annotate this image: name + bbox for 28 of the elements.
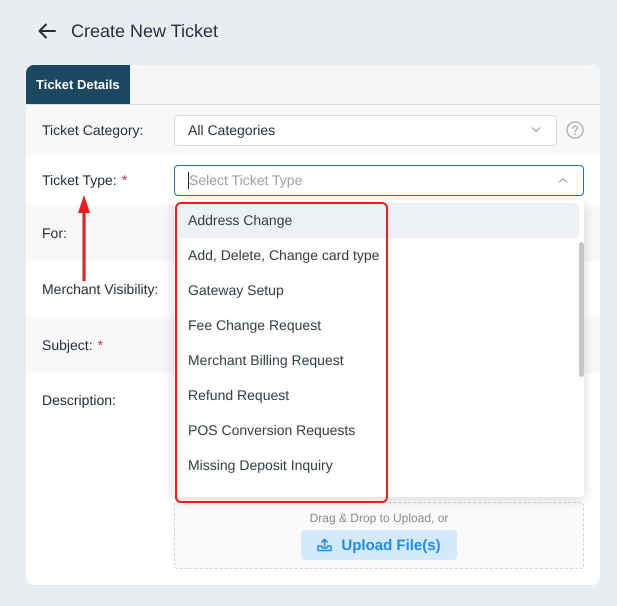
required-mark: *	[122, 172, 128, 188]
dropdown-option[interactable]: Refund Request	[178, 378, 579, 412]
dropdown-option[interactable]: POS Conversion Requests	[178, 412, 579, 448]
tab[interactable]: Ticket Details	[26, 65, 130, 104]
page-title: Create New Ticket	[71, 20, 218, 42]
dropdown-option[interactable]: Add, Delete, Change card type	[178, 238, 579, 272]
dropdown-option[interactable]: Merchant Billing Request	[178, 342, 579, 378]
field-label: For:	[42, 225, 67, 241]
field-label: Subject:	[42, 337, 93, 353]
scrollbar-thumb[interactable]	[579, 242, 584, 376]
back-arrow-icon	[38, 22, 56, 40]
back-button[interactable]	[38, 22, 56, 40]
chevron-up-icon	[558, 177, 568, 183]
dropdown-option[interactable]: Gateway Setup	[178, 272, 579, 308]
field-label: Ticket Category:	[42, 122, 144, 138]
field-label: Ticket Type:	[42, 172, 117, 188]
required-mark: *	[98, 337, 104, 353]
help-icon[interactable]	[566, 121, 584, 139]
upload-icon	[317, 538, 332, 552]
field-label: Description:	[42, 392, 116, 408]
dropdown-option[interactable]: Fee Change Request	[178, 308, 579, 342]
dropdown-option[interactable]: Missing Deposit Inquiry	[178, 448, 579, 482]
chevron-down-icon	[531, 127, 541, 133]
select-field[interactable]: All Categories	[174, 114, 557, 146]
dropdown-option[interactable]: Address Change	[178, 202, 579, 238]
drop-hint: Drag & Drop to Upload, or	[310, 511, 448, 525]
text-cursor	[188, 172, 189, 188]
field-label: Merchant Visibility:	[42, 281, 158, 297]
